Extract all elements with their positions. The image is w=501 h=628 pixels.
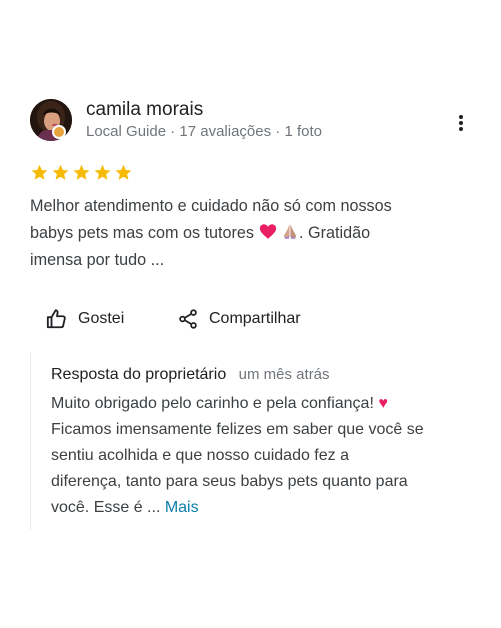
star-icon [52,164,69,180]
share-icon [179,309,197,329]
review-line-1: Melhor atendimento e cuidado não só com … [30,197,392,215]
heart-icon [259,224,276,239]
owner-reply-line-5: você. Esse é ... [51,499,165,516]
like-button[interactable]: Gostei [46,307,124,331]
praying-hands-icon [283,224,297,239]
star-icon [115,164,132,180]
star-rating [30,163,133,185]
more-options-icon[interactable] [451,110,471,136]
thumbs-up-icon [46,309,66,329]
local-guide-badge-icon [52,125,66,139]
owner-reply-title: Resposta do proprietário [51,366,227,383]
review-line-2a: babys pets mas com os tutores [30,224,259,242]
owner-reply-time: um mês atrás [238,366,330,383]
star-icon [94,164,111,180]
owner-reply-line-2: Ficamos imensamente felizes em saber que… [51,421,424,438]
reviewer-name[interactable]: camila morais [86,99,203,121]
profile-photo-icon [30,99,72,141]
review-card: camila morais Local Guide · 17 avaliaçõe… [0,0,501,628]
owner-reply-line-1: Muito obrigado pelo carinho e pela confi… [51,395,379,412]
like-label: Gostei [78,310,125,327]
review-line-2b: . Gratidão [299,224,371,242]
share-label: Compartilhar [209,310,301,327]
owner-reply-line-4: diferença, tanto para seus babys pets qu… [51,473,408,490]
more-link[interactable]: Mais [165,499,199,516]
review-actions: Gostei Compartilhar [46,302,366,336]
star-icon [73,164,90,180]
reviewer-meta[interactable]: Local Guide · 17 avaliações · 1 foto [86,123,322,140]
owner-reply: Resposta do proprietário um mês atrás Mu… [30,352,481,530]
heart-icon: ♥ [378,395,388,412]
review-line-3: imensa por tudo ... [30,251,165,269]
star-icon [31,164,48,180]
review-text: Melhor atendimento e cuidado não só com … [30,193,460,274]
owner-reply-header: Resposta do proprietário um mês atrás [51,366,330,384]
owner-reply-text: Muito obrigado pelo carinho e pela confi… [51,391,473,521]
owner-reply-line-3: sentiu acolhida e que nosso cuidado fez … [51,447,349,464]
avatar[interactable] [30,99,72,141]
share-button[interactable]: Compartilhar [177,307,301,331]
